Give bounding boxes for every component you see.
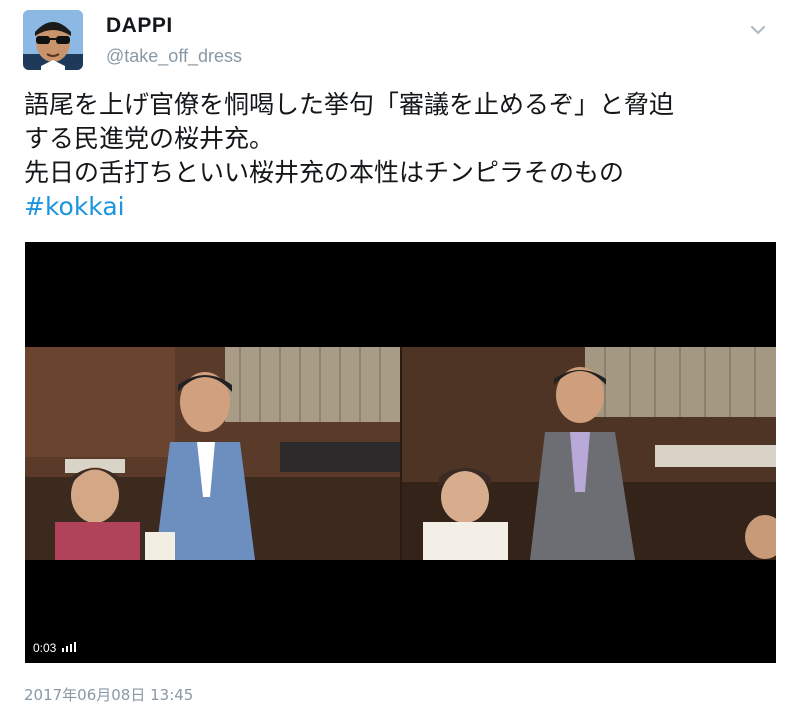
video-player[interactable]: 0:03 xyxy=(25,242,776,663)
tweet-timestamp[interactable]: 2017年06月08日 13:45 xyxy=(24,684,193,705)
video-frame xyxy=(25,347,776,560)
display-name[interactable]: DAPPI xyxy=(106,14,173,38)
volume-bars-icon[interactable] xyxy=(62,642,76,652)
tweet-text-line: 先日の舌打ちといい桜井充の本性はチンピラそのもの xyxy=(24,158,625,187)
tweet-text-line: 語尾を上げ官僚を恫喝した挙句「審議を止めるぞ」と脅迫 xyxy=(24,90,675,119)
video-elapsed-time: 0:03 xyxy=(33,641,57,655)
tweet-text-line: する民進党の桜井充。 xyxy=(24,124,275,153)
hashtag-link[interactable]: #kokkai xyxy=(24,190,784,224)
tweet-text: 語尾を上げ官僚を恫喝した挙句「審議を止めるぞ」と脅迫 する民進党の桜井充。 先日… xyxy=(24,88,784,224)
chevron-down-icon[interactable] xyxy=(746,20,770,40)
tweet-card: DAPPI @take_off_dress 語尾を上げ官僚を恫喝した挙句「審議を… xyxy=(0,0,800,722)
avatar-image xyxy=(23,10,83,70)
avatar[interactable] xyxy=(23,10,83,70)
user-handle[interactable]: @take_off_dress xyxy=(106,46,242,67)
